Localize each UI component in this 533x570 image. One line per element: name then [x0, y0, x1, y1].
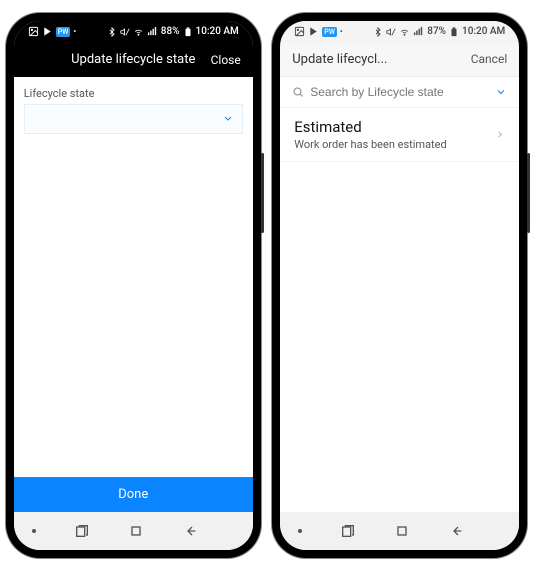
- content-area: Lifecycle state: [14, 77, 253, 477]
- signal-icon: [147, 26, 158, 37]
- mute-icon: [120, 27, 130, 37]
- status-bar: PW • 87% 10:20 AM: [280, 21, 519, 43]
- status-right: 88% 10:20 AM: [107, 26, 239, 37]
- battery-icon: [183, 27, 193, 37]
- app-badge: PW: [56, 27, 71, 37]
- dot-icon: •: [340, 27, 343, 36]
- nav-dot: [32, 529, 36, 533]
- lifecycle-option[interactable]: Estimated Work order has been estimated: [280, 108, 519, 162]
- app-header: Update lifecycle state Close: [14, 43, 253, 77]
- dot-icon: •: [73, 27, 76, 36]
- time-text: 10:20 AM: [462, 26, 505, 37]
- screen-left: PW • 88% 10:20 AM Update lifecycle state…: [14, 21, 253, 550]
- app-badge: PW: [322, 27, 337, 37]
- home-button[interactable]: [128, 523, 144, 539]
- bluetooth-icon: [107, 27, 117, 37]
- screen-right: PW • 87% 10:20 AM Update lifecycl... Can…: [280, 21, 519, 550]
- wifi-icon: [133, 26, 144, 37]
- android-nav: [280, 512, 519, 550]
- home-button[interactable]: [394, 523, 410, 539]
- mute-icon: [386, 27, 396, 37]
- status-left: PW •: [294, 26, 342, 37]
- signal-icon: [413, 26, 424, 37]
- status-bar: PW • 88% 10:20 AM: [14, 21, 253, 43]
- chevron-down-icon[interactable]: [495, 86, 507, 98]
- battery-text: 88%: [161, 26, 180, 37]
- status-right: 87% 10:20 AM: [373, 26, 505, 37]
- field-label: Lifecycle state: [24, 87, 243, 100]
- wifi-icon: [399, 26, 410, 37]
- page-title: Update lifecycl...: [292, 52, 387, 67]
- recents-button[interactable]: [340, 523, 356, 539]
- chevron-right-icon: [495, 125, 505, 144]
- play-icon: [308, 26, 319, 37]
- phone-left: PW • 88% 10:20 AM Update lifecycle state…: [6, 13, 261, 558]
- status-left: PW •: [28, 26, 76, 37]
- phone-right: PW • 87% 10:20 AM Update lifecycl... Can…: [272, 13, 527, 558]
- spacer: [280, 162, 519, 512]
- search-row[interactable]: [280, 77, 519, 108]
- bluetooth-icon: [373, 27, 383, 37]
- done-button[interactable]: Done: [14, 477, 253, 512]
- recents-button[interactable]: [74, 523, 90, 539]
- battery-icon: [449, 27, 459, 37]
- play-icon: [42, 26, 53, 37]
- battery-text: 87%: [427, 26, 446, 37]
- search-input[interactable]: [310, 85, 489, 99]
- spacer: [24, 134, 243, 467]
- back-button[interactable]: [182, 523, 198, 539]
- back-button[interactable]: [448, 523, 464, 539]
- time-text: 10:20 AM: [196, 26, 239, 37]
- app-header: Update lifecycl... Cancel: [280, 43, 519, 77]
- nav-dot: [298, 529, 302, 533]
- close-button[interactable]: Close: [211, 53, 241, 67]
- page-title: Update lifecycle state: [71, 52, 195, 67]
- option-title: Estimated: [294, 118, 505, 136]
- search-icon: [292, 86, 304, 98]
- option-subtitle: Work order has been estimated: [294, 138, 505, 151]
- cancel-button[interactable]: Cancel: [471, 52, 508, 66]
- image-icon: [294, 26, 305, 37]
- android-nav: [14, 512, 253, 550]
- image-icon: [28, 26, 39, 37]
- lifecycle-dropdown[interactable]: [24, 104, 243, 134]
- chevron-down-icon: [222, 109, 234, 128]
